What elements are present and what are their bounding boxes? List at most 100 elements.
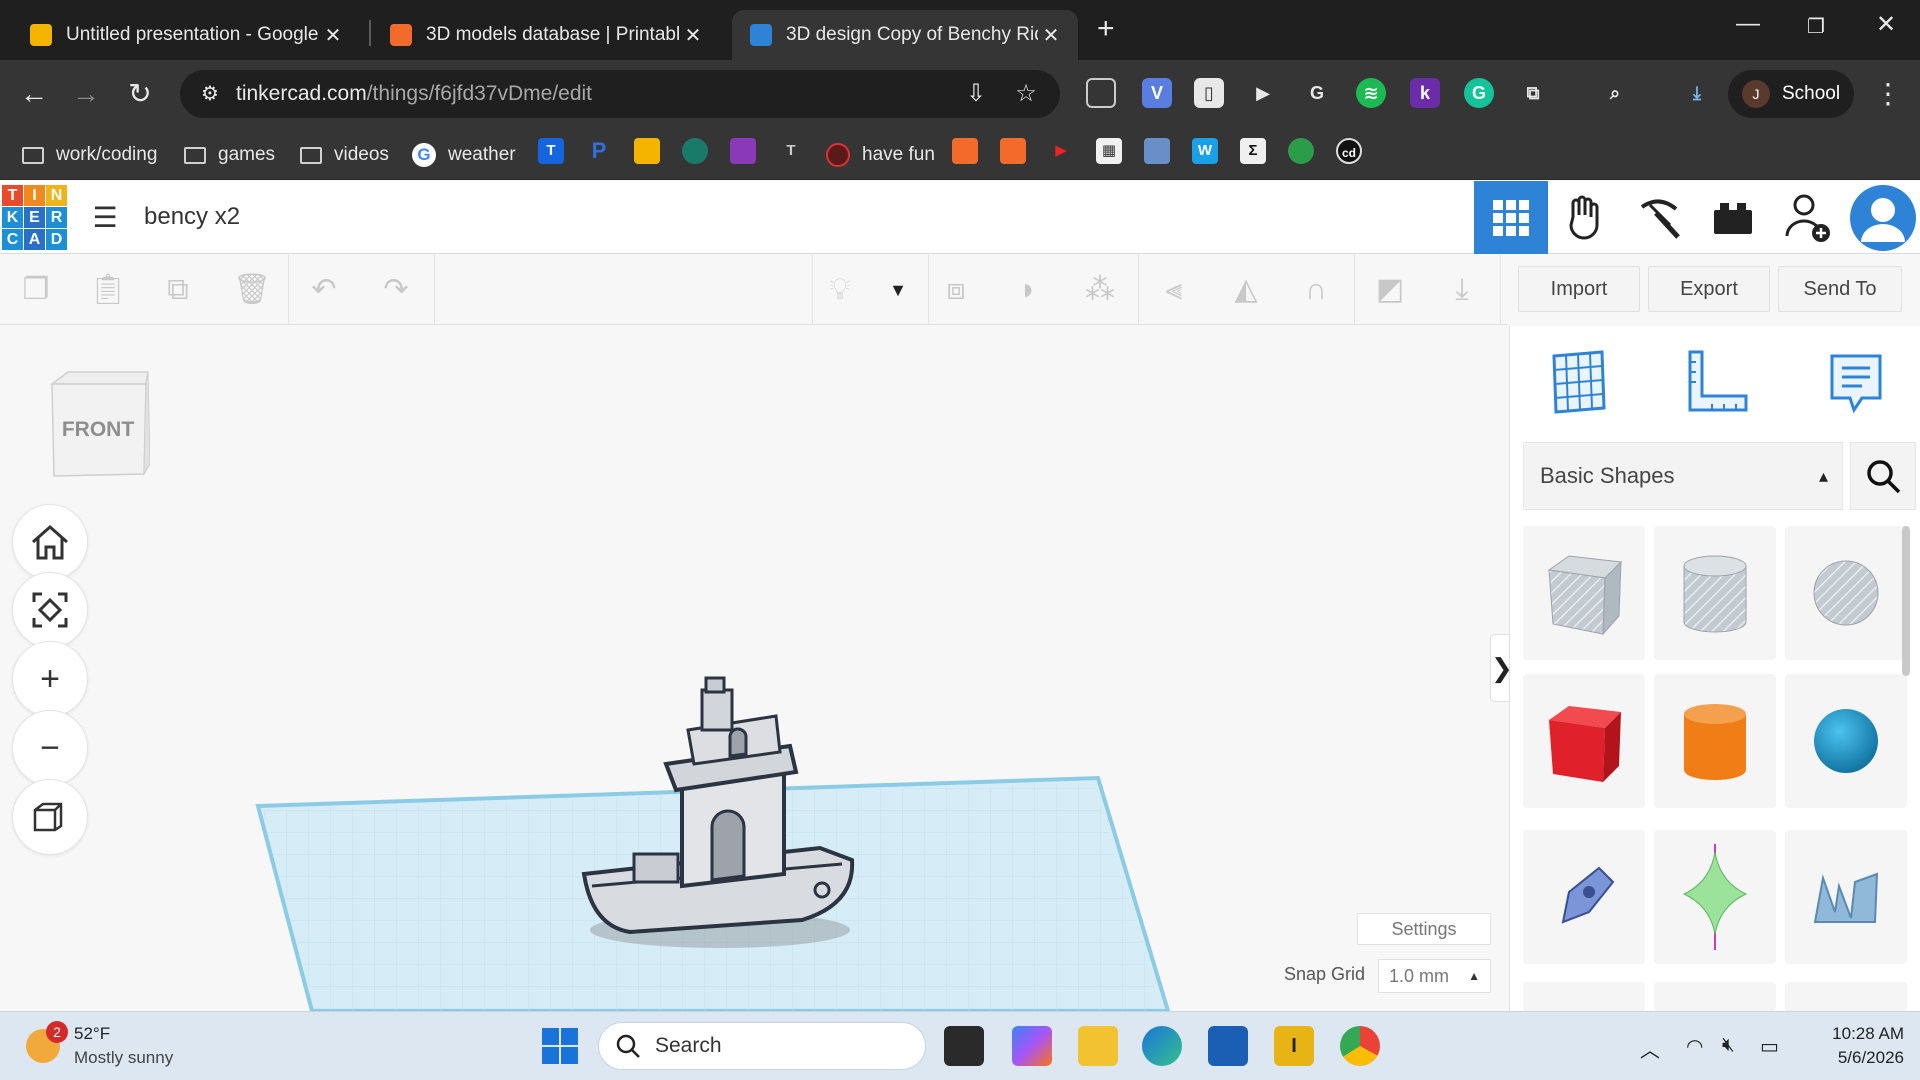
profile-button[interactable]: J School [1728,70,1854,118]
collapse-panel-toggle[interactable]: ❯ [1490,634,1513,702]
mirror-icon[interactable]: ◭ [1226,270,1266,310]
reading-mode-icon[interactable]: ⌕ [1600,78,1630,108]
shapes-panel-scrollbar[interactable] [1902,526,1910,676]
ungroup-icon[interactable]: ⁂ [1080,270,1120,310]
view-cube[interactable]: FRONT [46,370,150,482]
address-bar[interactable]: ⚙ tinkercad.com/things/f6jfd37vDme/edit … [180,70,1060,118]
download-icon[interactable]: ⤓ [1682,78,1712,108]
store-icon[interactable] [1208,1026,1248,1066]
tab-printables[interactable]: 3D models database | Printables ✕ [372,10,720,60]
blocks-button[interactable] [1622,181,1696,254]
shape-generator[interactable] [1654,830,1776,964]
align-icon[interactable]: ⫷ [1154,270,1194,310]
task-view-icon[interactable] [944,1026,984,1066]
tinkercad-logo[interactable]: T I N K E R C A D [2,185,68,251]
shape-sphere[interactable] [1785,674,1907,808]
shape-scribble[interactable] [1523,830,1645,964]
3d-design-view-button[interactable] [1474,181,1548,254]
bookmark-image-icon[interactable] [1144,138,1170,164]
extensions-puzzle-icon[interactable]: ⧉ [1518,78,1548,108]
bookmark-slides-icon[interactable] [634,138,660,164]
site-info-icon[interactable]: ⚙ [196,80,224,108]
export-button[interactable]: Export [1648,266,1770,312]
design-list-menu-icon[interactable]: ☰ [90,203,120,233]
bookmark-have-fun[interactable]: have fun [826,140,935,170]
address-url[interactable]: tinkercad.com/things/f6jfd37vDme/edit [236,82,592,106]
bookmark-sigma-icon[interactable]: Σ [1240,138,1266,164]
reload-icon[interactable]: ↻ [120,74,160,114]
bookmark-folder-work-coding[interactable]: work/coding [22,140,157,170]
zoom-in-button[interactable]: + [12,641,88,717]
copy-icon[interactable]: ❐ [16,270,56,310]
send-to-button[interactable]: Send To [1778,266,1902,312]
delete-icon[interactable]: 🗑︎ [232,270,272,310]
close-icon[interactable]: ✕ [320,23,346,48]
home-view-button[interactable] [12,504,88,580]
bookmark-globe-icon[interactable] [682,138,708,164]
intellij-icon[interactable]: I [1274,1026,1314,1066]
drop-icon[interactable]: ⤓ [1442,270,1482,310]
import-button[interactable]: Import [1518,266,1640,312]
ruler-tool-button[interactable] [1680,348,1750,418]
taskbar-search[interactable]: Search [598,1022,926,1070]
cursor-extension-icon[interactable]: ▶ [1248,78,1278,108]
undo-icon[interactable]: ↶ [304,270,344,310]
redo-icon[interactable]: ↷ [376,270,416,310]
shape-cylinder-hole[interactable] [1654,526,1776,660]
workplane-viewport[interactable]: FRONT + − [0,326,1508,1011]
spotify-extension-icon[interactable]: ≋ [1356,78,1386,108]
workplane-tool-button[interactable] [1540,348,1610,418]
perspective-toggle-button[interactable] [12,779,88,855]
system-clock[interactable]: 10:28 AM 5/6/2026 [1800,1022,1904,1070]
user-avatar-button[interactable] [1846,181,1920,254]
bookmark-folder-games[interactable]: games [184,140,275,170]
shape-search-button[interactable] [1850,442,1916,510]
bricks-button[interactable] [1696,181,1770,254]
m365-icon[interactable] [1012,1026,1052,1066]
kami-extension-icon[interactable]: k [1410,78,1440,108]
close-icon[interactable]: ✕ [680,23,706,48]
tab-tinkercad[interactable]: 3D design Copy of Benchy Ridin ✕ [732,10,1078,60]
shape-cylinder[interactable] [1654,674,1776,808]
tab-google-slides[interactable]: Untitled presentation - Google S ✕ [12,10,360,60]
solid-hole-icon[interactable]: ◗ [1008,270,1048,310]
bookmark-cd-icon[interactable]: cd [1336,138,1362,164]
chrome-icon[interactable] [1340,1026,1380,1066]
snap-grid-select[interactable]: 1.0 mm ▲ [1378,959,1491,993]
g-extension-icon[interactable]: G [1302,78,1332,108]
shape-tile-partial[interactable] [1654,982,1776,1012]
close-icon[interactable]: ✕ [1038,23,1064,48]
start-button[interactable] [540,1026,580,1066]
back-icon[interactable]: ← [14,74,54,114]
bookmark-p-icon[interactable]: P [586,138,612,164]
bookmark-earth-icon[interactable] [1288,138,1314,164]
notes-tool-button[interactable] [1820,348,1890,418]
invite-user-button[interactable] [1770,181,1844,254]
bookmark-t-icon[interactable]: T [538,138,564,164]
chrome-menu-icon[interactable]: ⋮ [1868,74,1908,114]
bookmark-printables-icon[interactable] [1000,138,1026,164]
battery-icon[interactable]: ▭ [1760,1034,1779,1059]
shape-box[interactable] [1523,674,1645,808]
bookmark-star-icon[interactable]: ☆ [1010,78,1042,110]
bookmark-folder-videos[interactable]: videos [300,140,389,170]
zoom-out-button[interactable]: − [12,710,88,786]
bookmark-grid-icon[interactable] [730,138,756,164]
shape-sphere-hole[interactable] [1785,526,1907,660]
grammarly-extension-icon[interactable]: G [1464,78,1494,108]
bookmark-w-icon[interactable]: W [1192,138,1218,164]
show-hidden-icons[interactable]: ︿ [1640,1034,1660,1063]
shield-extension-icon[interactable]: V [1142,78,1172,108]
bookmark-printables-icon[interactable] [952,138,978,164]
window-close-icon[interactable]: ✕ [1866,10,1906,39]
shape-text[interactable] [1785,830,1907,964]
workplane-icon[interactable]: ◩ [1370,270,1410,310]
design-title[interactable]: bency x2 [144,203,240,231]
restore-icon[interactable]: ❐ [1796,14,1836,39]
cruise-icon[interactable]: ∩ [1296,270,1336,310]
shape-tile-partial[interactable] [1523,982,1645,1012]
settings-button[interactable]: Settings [1357,913,1491,945]
weather-widget[interactable]: 2 52°F Mostly sunny [26,1021,173,1070]
bookmark-weather[interactable]: Gweather [412,140,516,170]
mouse-extension-icon[interactable]: ▯ [1194,78,1224,108]
